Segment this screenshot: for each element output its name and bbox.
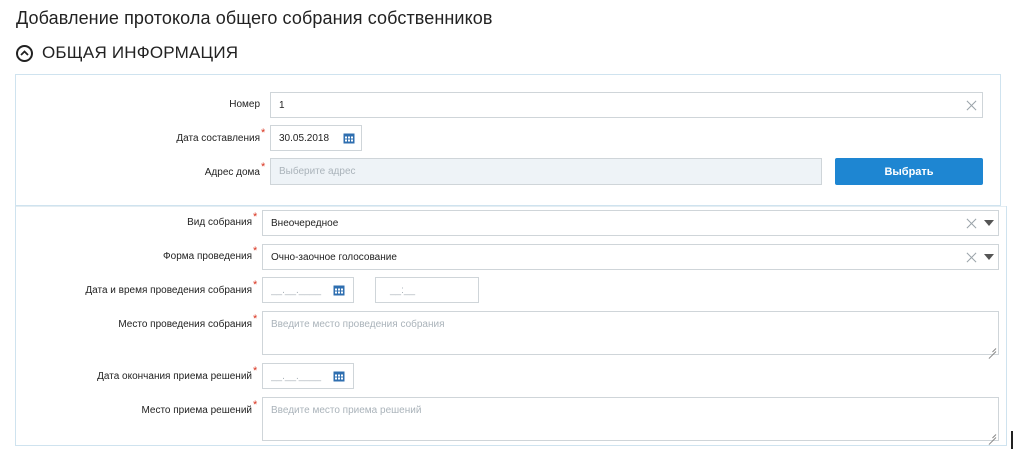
required-mark: * [253, 211, 258, 223]
meeting-datetime-label: Дата и время проведения собрания [85, 285, 252, 296]
meeting-type-label: Вид собрания [187, 217, 252, 228]
meeting-time-placeholder: __:__ [390, 284, 416, 296]
clear-x-icon[interactable] [966, 217, 978, 229]
clear-x-icon[interactable] [966, 251, 978, 263]
resize-handle[interactable] [988, 430, 996, 438]
text-cursor [1011, 431, 1013, 449]
required-mark: * [253, 365, 258, 377]
meeting-time-field[interactable]: __:__ [375, 277, 479, 303]
number-value: 1 [279, 99, 285, 111]
meeting-form-label: Форма проведения [163, 251, 252, 262]
required-mark: * [253, 399, 258, 411]
number-label: Номер [229, 99, 260, 110]
required-mark: * [261, 127, 266, 139]
calendar-icon[interactable] [343, 132, 355, 144]
caret-down-icon[interactable] [984, 254, 994, 260]
section-title: ОБЩАЯ ИНФОРМАЦИЯ [42, 43, 239, 62]
select-address-button[interactable]: Выбрать [835, 158, 983, 185]
meeting-type-value: Внеочередное [271, 217, 339, 229]
meeting-type-select[interactable]: Внеочередное [262, 210, 999, 236]
decisions-place-placeholder: Введите место приема решений [271, 405, 422, 416]
section-toggle[interactable]: ОБЩАЯ ИНФОРМАЦИЯ [16, 42, 238, 64]
calendar-icon[interactable] [333, 284, 345, 296]
page-title: Добавление протокола общего собрания соб… [16, 8, 493, 28]
number-field[interactable]: 1 [270, 92, 983, 118]
required-mark: * [253, 279, 258, 291]
decisions-end-date-label: Дата окончания приема решений [97, 371, 252, 382]
chevron-up-circle-icon[interactable] [16, 44, 33, 62]
decisions-place-textarea[interactable]: Введите место приема решений [262, 397, 999, 441]
meeting-place-label: Место проведения собрания [118, 319, 252, 330]
meeting-form-select[interactable]: Очно-заочное голосование [262, 244, 999, 270]
required-mark: * [253, 245, 258, 257]
clear-x-icon[interactable] [966, 99, 978, 111]
required-mark: * [261, 161, 266, 173]
decisions-place-label: Место приема решений [141, 405, 252, 416]
house-address-placeholder: Выберите адрес [279, 166, 356, 177]
calendar-icon[interactable] [333, 370, 345, 382]
meeting-place-placeholder: Введите место проведения собрания [271, 319, 445, 330]
caret-down-icon[interactable] [984, 220, 994, 226]
compile-date-label: Дата составления [176, 133, 260, 144]
house-address-label: Адрес дома [204, 167, 260, 178]
resize-handle[interactable] [988, 344, 996, 352]
meeting-place-textarea[interactable]: Введите место проведения собрания [262, 311, 999, 355]
required-mark: * [253, 313, 258, 325]
house-address-field[interactable]: Выберите адрес [270, 158, 822, 185]
meeting-form-value: Очно-заочное голосование [271, 251, 397, 263]
